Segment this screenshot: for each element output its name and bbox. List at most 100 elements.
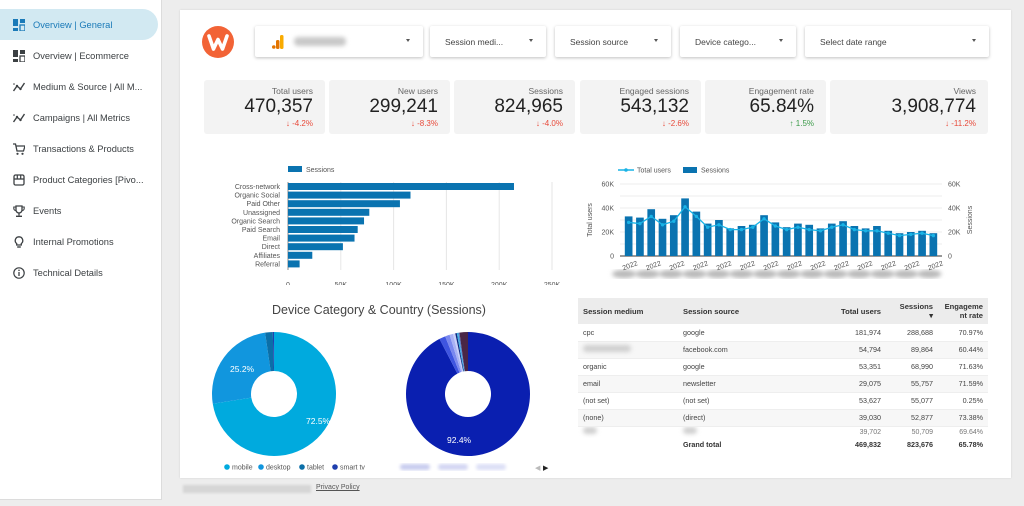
kpi-card-sessions: Sessions 824,965 ↓ -4.0%	[454, 80, 575, 134]
total-users-point[interactable]	[705, 225, 710, 229]
col-session-source[interactable]: Session source	[678, 298, 798, 324]
x-tick-label: 2022	[739, 260, 756, 272]
sidebar-item-technical-details[interactable]: Technical Details	[0, 257, 158, 288]
kpi-label: Total users	[271, 86, 313, 96]
bar-paid-other[interactable]	[288, 200, 400, 208]
session-bar[interactable]	[816, 228, 825, 256]
col-session-medium[interactable]: Session medium	[578, 298, 678, 324]
legend-label-total-users: Total users	[637, 168, 671, 175]
sidebar-item-transactions-products[interactable]: Transactions & Products	[0, 133, 158, 164]
table-header-row: Session medium Session source Total user…	[578, 298, 988, 324]
y-left-tick-label: 20K	[602, 230, 615, 237]
bar-referral[interactable]	[288, 260, 300, 268]
sidebar-item-medium-source-all-m[interactable]: Medium & Source | All M...	[0, 71, 158, 102]
session-bar[interactable]	[861, 228, 870, 256]
total-users-point[interactable]	[638, 221, 642, 226]
total-users-point[interactable]	[762, 217, 766, 221]
kpi-delta-value: 1.5%	[795, 119, 814, 128]
kpi-value: 543,132	[620, 96, 689, 117]
total-users-point[interactable]	[818, 229, 823, 233]
total-users-point[interactable]	[751, 225, 755, 229]
date-range-picker[interactable]: Select date range	[805, 26, 989, 57]
table-row[interactable]: cpc google 181,974 288,688 70.97%	[578, 324, 988, 342]
total-users-point[interactable]	[672, 219, 676, 223]
total-users-point[interactable]	[796, 225, 800, 229]
bar-unassigned[interactable]	[288, 208, 370, 216]
logo-w-icon	[207, 34, 229, 51]
session-source-filter[interactable]: Session source	[555, 26, 671, 57]
device-category-filter[interactable]: Device catego...	[680, 26, 796, 57]
table-row[interactable]: organic google 53,351 68,990 71.63%	[578, 358, 988, 376]
total-users-point[interactable]	[920, 231, 924, 235]
kpi-card-engaged-sessions: Engaged sessions 543,132 ↓ -2.6%	[580, 80, 701, 134]
total-users-point[interactable]	[773, 224, 778, 228]
legend-prev-icon[interactable]: ◀	[535, 465, 541, 472]
bar-organic-search[interactable]	[288, 217, 365, 225]
session-bar[interactable]	[782, 227, 791, 256]
cell-session-source: facebook.com	[678, 341, 798, 359]
bar-cross-network[interactable]	[288, 183, 514, 190]
session-bar[interactable]	[748, 224, 757, 256]
total-users-point[interactable]	[739, 227, 744, 232]
total-users-point[interactable]	[649, 214, 653, 219]
sidebar-item-events[interactable]: Events	[0, 195, 158, 226]
total-users-point[interactable]	[694, 214, 699, 219]
col-engagement-rate[interactable]: Engageme nt rate	[938, 298, 988, 324]
total-users-point[interactable]	[683, 205, 687, 209]
kpi-delta: ↓ -4.2%	[204, 119, 313, 128]
total-users-point[interactable]	[784, 227, 789, 232]
total-users-point[interactable]	[909, 232, 913, 237]
total-users-point[interactable]	[830, 225, 834, 229]
filter-label: Device catego...	[695, 36, 756, 47]
total-users-point[interactable]	[863, 229, 868, 233]
total-users-point[interactable]	[886, 231, 890, 235]
table-row[interactable]: email newsletter 29,075 55,757 71.59%	[578, 375, 988, 393]
session-medium-filter[interactable]: Session medi...	[430, 26, 546, 57]
total-users-point[interactable]	[852, 227, 857, 232]
total-users-point[interactable]	[807, 227, 811, 232]
y-left-tick-label: 0	[610, 254, 614, 261]
sidebar-item-overview-general[interactable]: Overview | General	[0, 9, 158, 40]
legend-label-tablet: tablet	[307, 465, 324, 472]
grand-total-value: 823,676	[907, 440, 933, 449]
total-users-point[interactable]	[626, 220, 631, 225]
session-bar[interactable]	[726, 228, 735, 256]
bar-direct[interactable]	[288, 243, 343, 251]
total-users-point[interactable]	[660, 223, 665, 227]
sidebar-item-product-categories-pivo[interactable]: Product Categories [Pivo...	[0, 164, 158, 195]
legend-dot	[258, 464, 264, 470]
cell-engagement-rate: 70.97%	[938, 324, 988, 342]
cell-total-users: 39,030	[798, 409, 886, 427]
table-row[interactable]: (not set) (not set) 53,627 55,077 0.25%	[578, 392, 988, 410]
col-sessions[interactable]: Sessions ▾	[886, 298, 938, 324]
total-users-point[interactable]	[897, 233, 902, 238]
lightbulb-icon	[14, 235, 24, 248]
bar-organic-social[interactable]	[288, 191, 411, 199]
table-row[interactable]: facebook.com 54,794 89,864 60.44%	[578, 341, 988, 359]
sidebar-item-campaigns-all-metrics[interactable]: Campaigns | All Metrics	[0, 102, 158, 133]
table-row[interactable]: (none) (direct) 39,030 52,877 73.38%	[578, 409, 988, 427]
total-users-point[interactable]	[841, 223, 845, 227]
cell-engagement-rate: 73.38%	[938, 409, 988, 427]
grand-total-value	[578, 438, 678, 452]
total-users-point[interactable]	[728, 227, 732, 232]
total-users-point[interactable]	[875, 229, 879, 233]
bar-paid-search[interactable]	[288, 226, 358, 233]
kpi-delta-value: -8.3%	[417, 119, 438, 128]
col-total-users[interactable]: Total users	[798, 298, 886, 324]
kpi-label: New users	[397, 86, 438, 96]
privacy-policy-link[interactable]: Privacy Policy	[316, 484, 360, 491]
bar-email[interactable]	[288, 234, 355, 242]
cart-icon	[13, 142, 25, 155]
bar-affiliates[interactable]	[288, 251, 313, 259]
total-users-point[interactable]	[717, 223, 721, 227]
sidebar-item-overview-ecommerce[interactable]: Overview | Ecommerce	[0, 40, 158, 71]
legend-next-icon[interactable]: ▶	[543, 465, 549, 472]
total-users-point[interactable]	[931, 233, 936, 238]
legend-marker	[624, 168, 628, 172]
table-row[interactable]: 39,702 50,709 69.64%	[578, 426, 988, 438]
table-total-row: Grand total 469,832 823,676 65.78%	[578, 438, 988, 452]
account-selector[interactable]	[255, 26, 423, 57]
legend-dot	[299, 464, 305, 470]
sidebar-item-internal-promotions[interactable]: Internal Promotions	[0, 226, 158, 257]
